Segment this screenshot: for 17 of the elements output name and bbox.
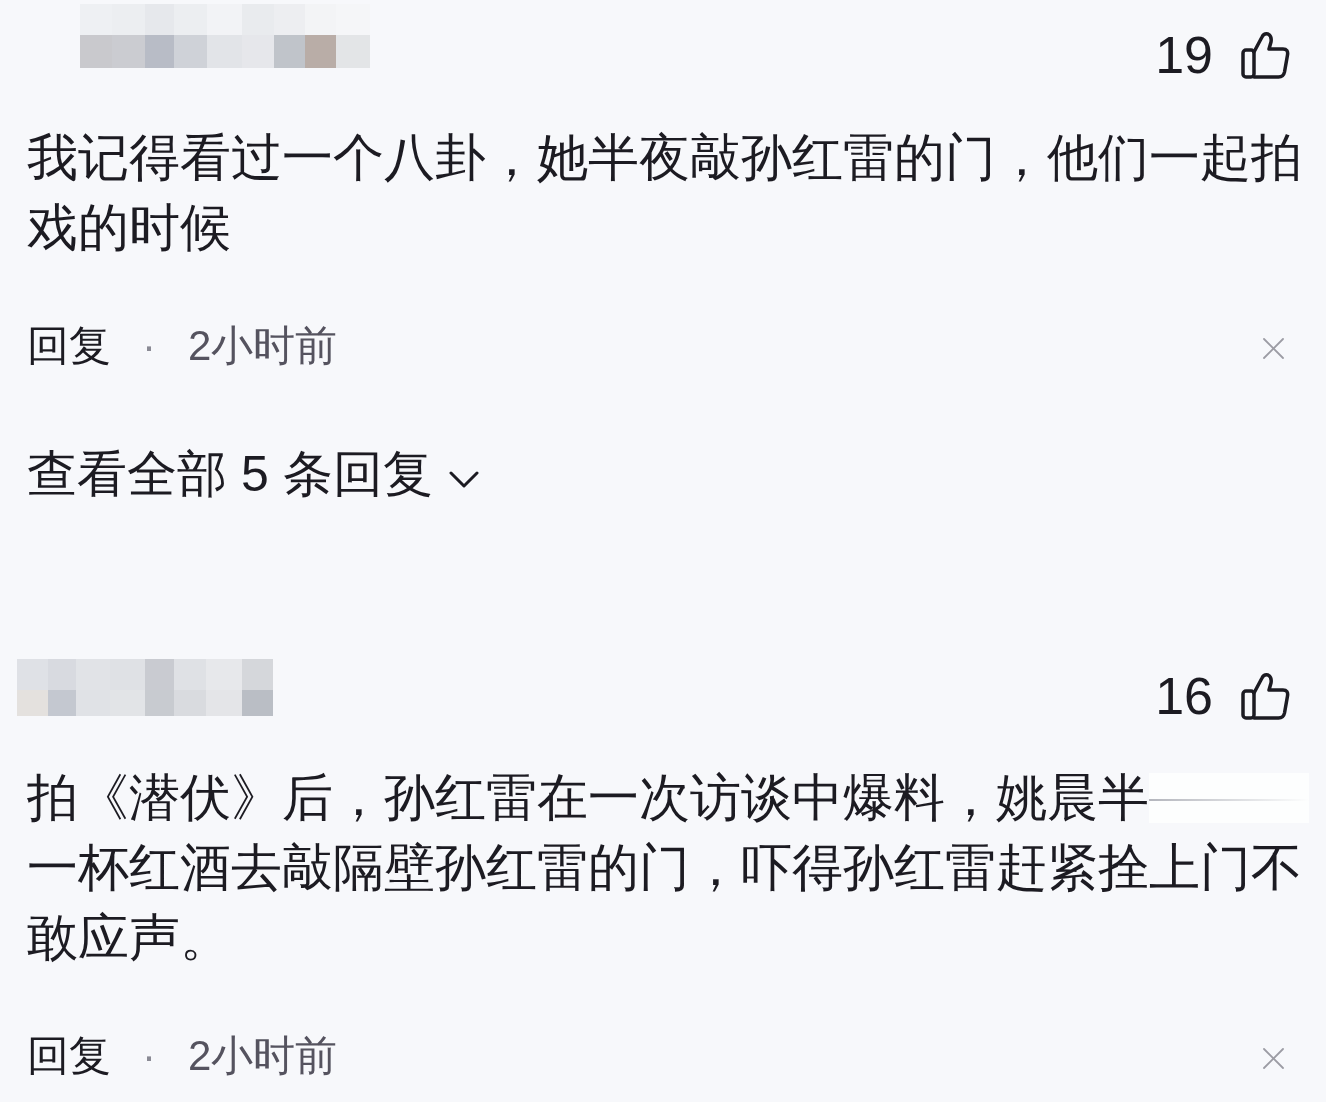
timestamp: 2小时前 — [188, 325, 338, 367]
timestamp: 2小时前 — [188, 1035, 338, 1077]
reply-button[interactable]: 回复 — [27, 325, 111, 367]
close-icon[interactable] — [1263, 337, 1284, 359]
thumbs-up-icon[interactable] — [1241, 672, 1290, 720]
thumbs-up-icon[interactable] — [1241, 31, 1290, 79]
comment-text: 拍《潜伏》后，孙红雷在一次访谈中爆料，姚晨半 — [27, 768, 1149, 828]
reply-button[interactable]: 回复 — [27, 1035, 111, 1077]
separator: · — [142, 1035, 156, 1077]
comment-text: 一杯红酒去敲隔壁孙红雷的门，吓得孙红雷赶紧拴上门不敢应声。 — [27, 838, 1303, 968]
like-count: 19 — [1155, 29, 1213, 81]
like-count: 16 — [1155, 670, 1213, 722]
separator: · — [142, 325, 156, 367]
chevron-down-icon — [448, 470, 479, 488]
comment-text: 我记得看过一个八卦，她半夜敲孙红雷的门，他们一起拍戏的时候 — [27, 128, 1303, 258]
close-icon[interactable] — [1263, 1047, 1284, 1069]
view-replies-link[interactable]: 查看全部 5 条回复 — [27, 446, 479, 502]
